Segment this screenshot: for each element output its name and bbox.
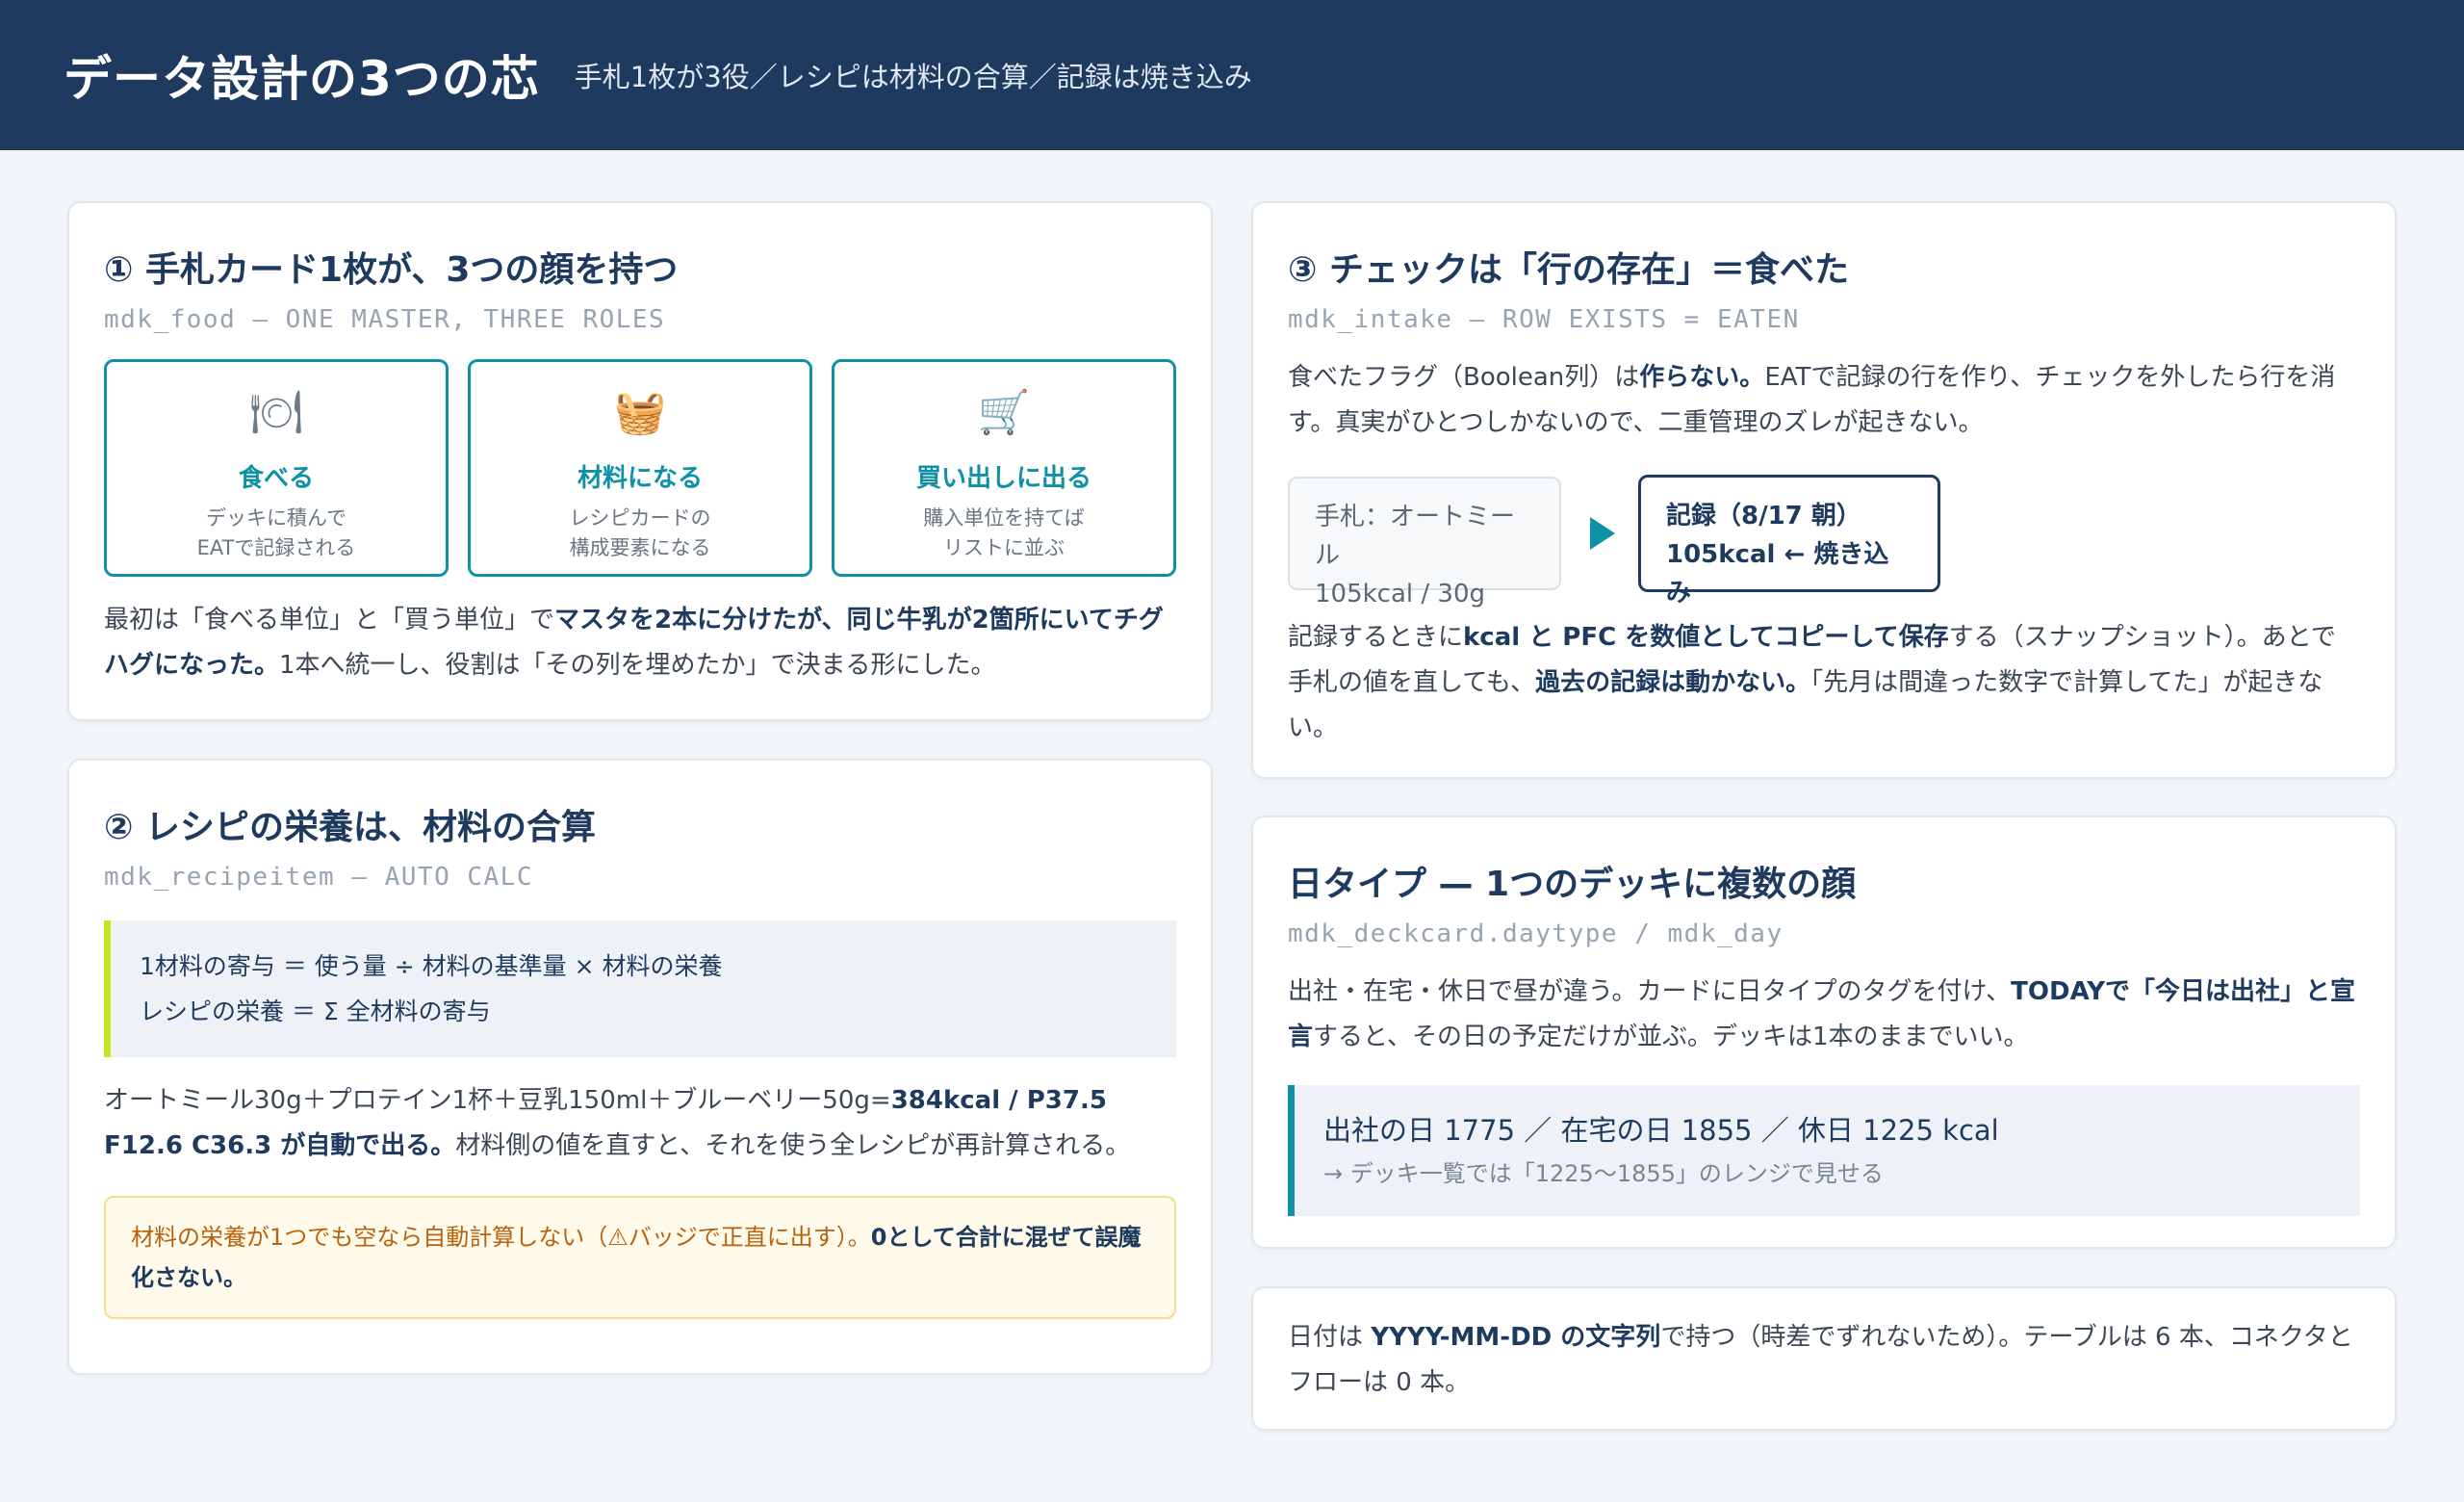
text-strong: kcal と PFC を数値としてコピーして保存	[1463, 623, 1949, 652]
role-desc-line: リストに並ぶ	[943, 536, 1065, 559]
role-name: 買い出しに出る	[915, 464, 1091, 493]
card-intake-row: ③ チェックは「行の存在」＝食べた mdk_intake — ROW EXIST…	[1251, 201, 2397, 779]
role-name: 材料になる	[577, 464, 703, 493]
role-desc-line: EATで記録される	[196, 536, 356, 559]
role-eat: 🍽 食べる デッキに積んで EATで記録される	[104, 359, 449, 577]
arrow-right-icon	[1590, 517, 1615, 550]
formula-box: 1材料の寄与 ＝ 使う量 ÷ 材料の基準量 × 材料の栄養 レシピの栄養 ＝ Σ…	[104, 920, 1176, 1057]
text-strong: 作らない。	[1639, 363, 1765, 392]
text-span: 食べたフラグ（Boolean列）は	[1288, 363, 1640, 392]
flow-line: 手札：オートミール	[1315, 503, 1516, 570]
flow-line: 105kcal ← 焼き込み	[1666, 540, 1889, 608]
text-strong: 過去の記録は動かない。	[1535, 668, 1811, 697]
text-span: 出社・在宅・休日で昼が違う。カードに日タイプのタグを付け、	[1288, 977, 2012, 1006]
card-body: 日付は YYYY-MM-DD の文字列で持つ（時差でずれないため）。テーブルは …	[1288, 1315, 2360, 1406]
day-type-values: 出社の日 1775 ／ 在宅の日 1855 ／ 休日 1225 kcal	[1323, 1114, 1999, 1147]
card-body: 記録するときにkcal と PFC を数値としてコピーして保存する（スナップショ…	[1288, 615, 2360, 751]
text-span: 1本へ統一し、役割は「その列を埋めたか」で決まる形にした。	[279, 651, 996, 680]
card-recipe-calc: ② レシピの栄養は、材料の合算 mdk_recipeitem — AUTO CA…	[67, 759, 1213, 1375]
role-desc-line: 購入単位を持てば	[923, 506, 1085, 530]
formula-line: 1材料の寄与 ＝ 使う量 ÷ 材料の基準量 × 材料の栄養	[140, 952, 723, 980]
formula-line: レシピの栄養 ＝ Σ 全材料の寄与	[140, 997, 491, 1025]
card-food-master: ① 手札カード1枚が、3つの顔を持つ mdk_food — ONE MASTER…	[67, 201, 1213, 721]
flow-line: 記録（8/17 朝）	[1666, 502, 1861, 531]
card-day-type: 日タイプ — 1つのデッキに複数の顔 mdk_deckcard.daytype …	[1251, 816, 2397, 1249]
card-code: mdk_recipeitem — AUTO CALC	[104, 863, 533, 892]
card-code: mdk_deckcard.daytype / mdk_day	[1288, 919, 1784, 948]
basket-icon: 🧺	[613, 388, 667, 437]
flow-line: 105kcal / 30g	[1315, 580, 1486, 609]
day-type-box: 出社の日 1775 ／ 在宅の日 1855 ／ 休日 1225 kcal → デ…	[1288, 1085, 2360, 1216]
card-title: ① 手札カード1枚が、3つの顔を持つ	[104, 250, 679, 290]
day-type-note: → デッキ一覧では「1225〜1855」のレンジで見せる	[1323, 1160, 1884, 1187]
role-ingredient: 🧺 材料になる レシピカードの 構成要素になる	[468, 359, 812, 577]
card-body: 食べたフラグ（Boolean列）は作らない。EATで記録の行を作り、チェックを外…	[1288, 355, 2360, 446]
role-shopping: 🛒 買い出しに出る 購入単位を持てば リストに並ぶ	[832, 359, 1176, 577]
text-span: オートミール30g＋プロテイン1杯＋豆乳150ml＋ブルーベリー50g=	[104, 1086, 891, 1115]
text-span: 材料側の値を直すと、それを使う全レシピが再計算される。	[455, 1131, 1131, 1160]
card-footnote: 日付は YYYY-MM-DD の文字列で持つ（時差でずれないため）。テーブルは …	[1251, 1286, 2397, 1431]
hand-card-box: 手札：オートミール 105kcal / 30g	[1288, 477, 1561, 609]
role-desc-line: デッキに積んで	[206, 506, 346, 530]
role-desc: レシピカードの 構成要素になる	[471, 504, 809, 563]
cart-icon: 🛒	[977, 388, 1031, 437]
page-header: データ設計の3つの芯 手札1枚が3役／レシピは材料の合算／記録は焼き込み	[0, 0, 2464, 150]
role-name: 食べる	[238, 464, 314, 493]
record-box: 記録（8/17 朝） 105kcal ← 焼き込み	[1638, 475, 1940, 608]
card-title: ③ チェックは「行の存在」＝食べた	[1288, 250, 1850, 290]
snapshot-flow: 手札：オートミール 105kcal / 30g 記録（8/17 朝） 105kc…	[1288, 475, 2360, 609]
text-span: 日付は	[1288, 1323, 1372, 1352]
text-span: 記録するときに	[1288, 623, 1464, 652]
page-subtitle: 手札1枚が3役／レシピは材料の合算／記録は焼き込み	[574, 61, 1252, 93]
text-span: 材料の栄養が1つでも空なら自動計算しない（⚠バッジで正直に出す）。	[131, 1224, 871, 1251]
card-body: オートミール30g＋プロテイン1杯＋豆乳150ml＋ブルーベリー50g=384k…	[104, 1078, 1176, 1169]
role-desc-line: 構成要素になる	[569, 536, 711, 559]
card-code: mdk_intake — ROW EXISTS = EATEN	[1288, 305, 1800, 334]
card-body: 最初は「食べる単位」と「買う単位」でマスタを2本に分けたが、同じ牛乳が2箇所にい…	[104, 598, 1176, 688]
page-title: データ設計の3つの芯	[64, 51, 540, 107]
text-span: すると、その日の予定だけが並ぶ。デッキは1本のままでいい。	[1313, 1023, 2029, 1051]
role-desc-line: レシピカードの	[569, 506, 711, 530]
role-desc: 購入単位を持てば リストに並ぶ	[834, 504, 1173, 563]
card-body: 出社・在宅・休日で昼が違う。カードに日タイプのタグを付け、TODAYで「今日は出…	[1288, 970, 2360, 1060]
card-title: 日タイプ — 1つのデッキに複数の顔	[1288, 865, 1857, 904]
text-span: 最初は「食べる単位」と「買う単位」で	[104, 606, 555, 634]
warning-note: 材料の栄養が1つでも空なら自動計算しない（⚠バッジで正直に出す）。0として合計に…	[104, 1196, 1176, 1319]
card-title: ② レシピの栄養は、材料の合算	[104, 808, 597, 847]
card-code: mdk_food — ONE MASTER, THREE ROLES	[104, 305, 666, 334]
text-strong: YYYY-MM-DD の文字列	[1371, 1323, 1661, 1352]
plate-icon: 🍽	[249, 388, 303, 437]
role-desc: デッキに積んで EATで記録される	[107, 504, 446, 563]
role-list: 🍽 食べる デッキに積んで EATで記録される 🧺 材料になる レシピカードの …	[104, 359, 1176, 577]
